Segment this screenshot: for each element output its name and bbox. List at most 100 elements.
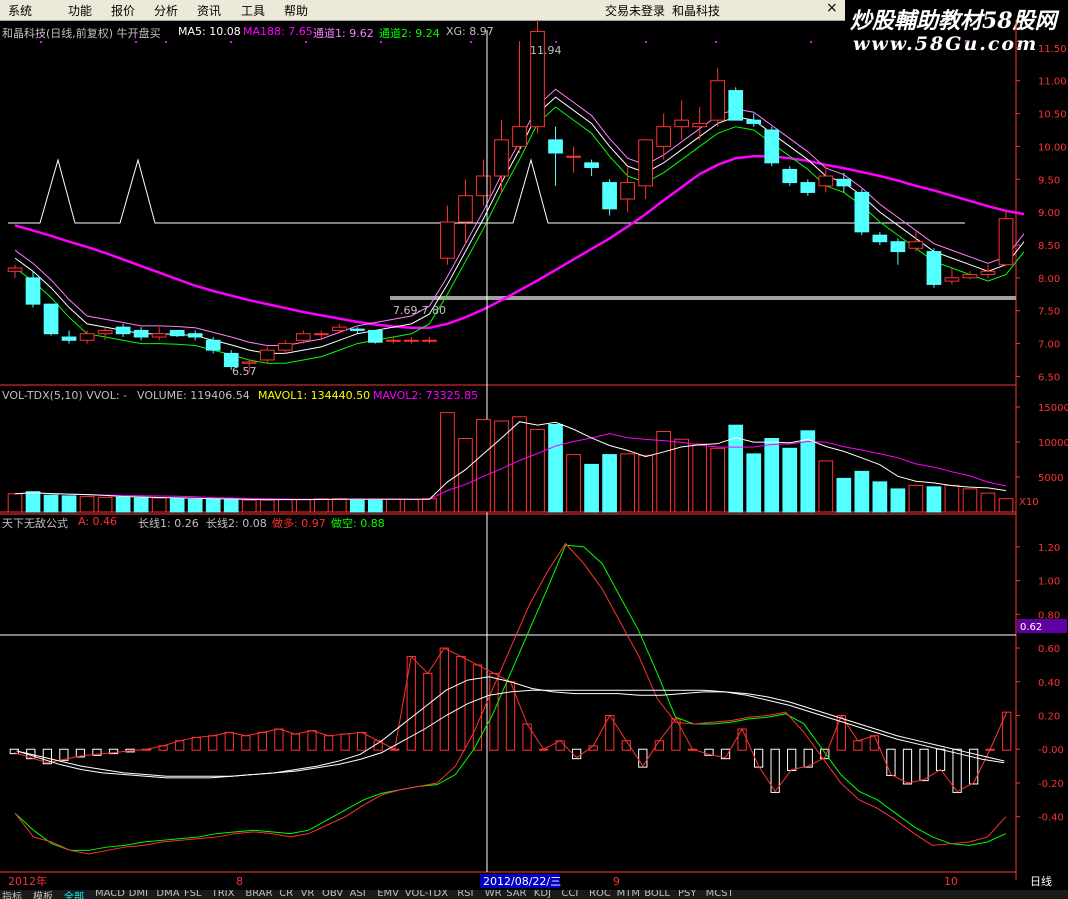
candle-body bbox=[962, 274, 978, 279]
indicator-tab-全部[interactable]: 全部 bbox=[64, 890, 84, 899]
menu-info[interactable]: 资讯 bbox=[197, 2, 221, 19]
volume-bar bbox=[61, 495, 77, 513]
ind-a-bar bbox=[423, 672, 433, 751]
volume-bar bbox=[241, 499, 257, 513]
candle-body bbox=[350, 328, 365, 331]
volume-bar bbox=[656, 431, 671, 513]
ind-a-bar bbox=[787, 748, 797, 771]
volume-bar bbox=[692, 443, 708, 513]
candle-body bbox=[908, 241, 924, 249]
menu-tools[interactable]: 工具 bbox=[241, 2, 265, 19]
ind-tick-label: 1.20 bbox=[1038, 543, 1060, 554]
mavol2-value: MAVOL2: 73325.85 bbox=[373, 389, 479, 402]
indicator-tab-指标[interactable]: 指标 bbox=[2, 890, 22, 899]
price-tick-label: 11.50 bbox=[1038, 44, 1067, 55]
menu-system[interactable]: 系统 bbox=[8, 2, 32, 19]
volume-bar bbox=[710, 447, 726, 513]
close-icon[interactable]: × bbox=[826, 0, 838, 16]
ind-a-bar bbox=[340, 733, 350, 751]
candle-body bbox=[368, 329, 383, 343]
ind-a-bar bbox=[290, 733, 301, 751]
price-tick-label: 6.50 bbox=[1038, 372, 1060, 383]
candle-body bbox=[746, 119, 762, 124]
vol-unit-label: X10 bbox=[1019, 497, 1039, 508]
signal-marker bbox=[165, 41, 167, 43]
price-tick-label: 11.00 bbox=[1038, 77, 1067, 88]
ind-a-bar bbox=[638, 748, 648, 768]
indicator-tab-asi[interactable]: ASI bbox=[350, 890, 366, 899]
indicator-tab-wr[interactable]: WR bbox=[485, 890, 502, 899]
menu-analysis[interactable]: 分析 bbox=[154, 2, 178, 19]
indicator-tab-sar[interactable]: SAR bbox=[506, 890, 526, 899]
indicator-tab-模板[interactable]: 模板 bbox=[33, 890, 53, 899]
indicator-tab-boll[interactable]: BOLL bbox=[644, 890, 670, 899]
indicator-tab-vol-tdx[interactable]: VOL-TDX bbox=[405, 890, 448, 899]
signal-marker bbox=[715, 41, 717, 43]
xg-value: XG: 8.97 bbox=[446, 25, 494, 38]
indicator-tab-trix[interactable]: TRIX bbox=[212, 890, 235, 899]
indicator-tab-dmi[interactable]: DMI bbox=[129, 890, 148, 899]
indicator-tab-dma[interactable]: DMA bbox=[156, 890, 179, 899]
candle-body bbox=[313, 333, 329, 336]
indicator-tab-fsl[interactable]: FSL bbox=[184, 890, 202, 899]
ind-a-bar bbox=[191, 736, 201, 751]
volume-bar bbox=[458, 438, 473, 513]
indicator-tab-psy[interactable]: PSY bbox=[678, 890, 697, 899]
volume-bar bbox=[404, 498, 419, 513]
indicator-tab-cr[interactable]: CR bbox=[279, 890, 293, 899]
indicator-tab-macd[interactable]: MACD bbox=[95, 890, 125, 899]
ind-a-bar bbox=[208, 735, 218, 751]
candle-body bbox=[818, 175, 834, 187]
volume-bar bbox=[566, 454, 581, 513]
candle-body bbox=[638, 139, 653, 187]
ind-a-value: A: 0.46 bbox=[78, 515, 118, 528]
cursor-value-label: 0.62 bbox=[1020, 622, 1042, 633]
price-tick-label: 10.00 bbox=[1038, 142, 1067, 153]
ind-dd-line bbox=[14, 542, 1007, 855]
ind-a-bar bbox=[356, 731, 367, 751]
indicator-tab-brar[interactable]: BRAR bbox=[245, 890, 272, 899]
volume-bar bbox=[638, 454, 653, 513]
indicator-tab-rsi[interactable]: RSI bbox=[457, 890, 473, 899]
volume-bar bbox=[350, 498, 365, 513]
volume-bar bbox=[187, 498, 203, 513]
indicator-tab-kdj[interactable]: KDJ bbox=[534, 890, 551, 899]
xaxis-label: 9 bbox=[613, 875, 620, 888]
ind-cx2-value: 长线2: 0.08 bbox=[206, 517, 267, 530]
volume-bar bbox=[25, 491, 41, 513]
ind-a-bar bbox=[886, 748, 896, 777]
volume-bar bbox=[944, 484, 960, 513]
price-tick-label: 7.00 bbox=[1038, 340, 1060, 351]
menu-function[interactable]: 功能 bbox=[68, 2, 92, 19]
ind-a-bar bbox=[241, 735, 251, 751]
indicator-tab-cci[interactable]: CCI bbox=[561, 890, 578, 899]
volume-bar bbox=[998, 498, 1014, 513]
indicator-tab-vr[interactable]: VR bbox=[301, 890, 315, 899]
volume-bar bbox=[602, 454, 617, 513]
volume-bar bbox=[277, 498, 293, 513]
candle-body bbox=[25, 277, 41, 305]
volume-bar bbox=[331, 498, 347, 513]
signal-marker bbox=[555, 41, 557, 43]
candle-body bbox=[566, 155, 581, 158]
indicator-tab-roc[interactable]: ROC bbox=[589, 890, 611, 899]
ind-a-bar bbox=[175, 740, 185, 751]
menu-quote[interactable]: 报价 bbox=[111, 2, 135, 19]
indicator-tab-mtm[interactable]: MTM bbox=[617, 890, 640, 899]
volume-bar bbox=[79, 496, 95, 513]
candle-body bbox=[980, 270, 996, 276]
volume-bar bbox=[115, 496, 131, 513]
price-tick-label: 8.50 bbox=[1038, 241, 1060, 252]
menu-help[interactable]: 帮助 bbox=[284, 2, 308, 19]
indicator-tab-emv[interactable]: EMV bbox=[377, 890, 399, 899]
candle-body bbox=[43, 303, 59, 335]
low-annotation: 6.57 bbox=[232, 365, 257, 378]
indicator-tab-mcst[interactable]: MCST bbox=[706, 890, 734, 899]
mavol1-value: MAVOL1: 134440.50 bbox=[258, 389, 371, 402]
chart-area[interactable]: 11.50 11.00 10.50 10.00 9.50 9.00 8.50 8.00 7.50… bbox=[0, 20, 1068, 890]
candle-body bbox=[602, 182, 617, 210]
ind-a-bar bbox=[439, 647, 449, 751]
signal-marker bbox=[380, 41, 382, 43]
indicator-tab-obv[interactable]: OBV bbox=[322, 890, 343, 899]
volume-bar bbox=[97, 496, 113, 513]
